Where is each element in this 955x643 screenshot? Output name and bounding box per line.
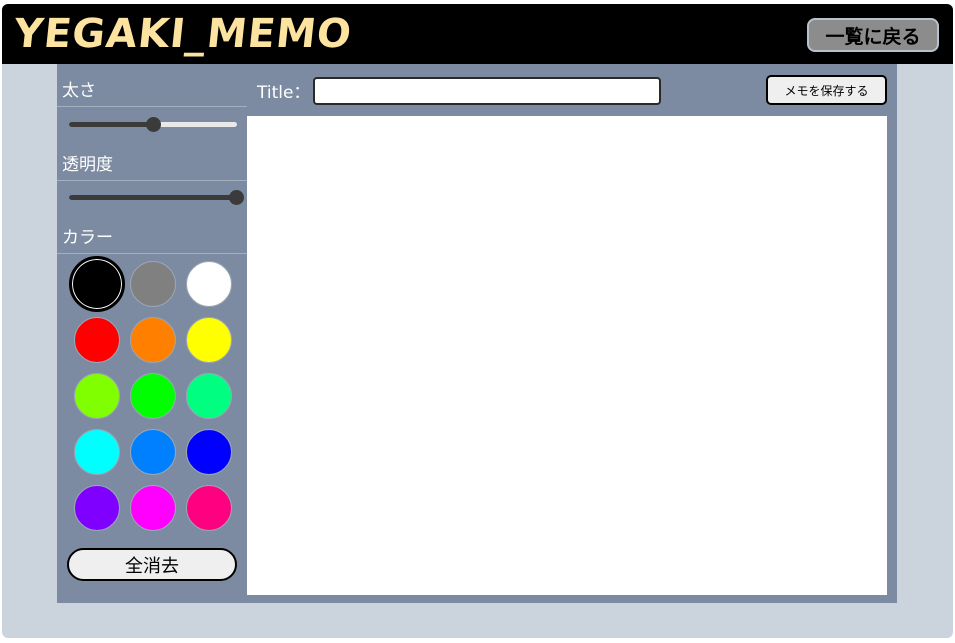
color-swatch[interactable] (130, 429, 176, 475)
color-swatch[interactable] (74, 317, 120, 363)
editor-panel: 太さ 透明度 カラー 全消去 Title： メモを保存する (57, 64, 897, 603)
color-swatch[interactable] (74, 485, 120, 531)
color-swatch[interactable] (74, 429, 120, 475)
opacity-slider-fill (69, 195, 237, 200)
tool-sidebar: 太さ 透明度 カラー 全消去 (57, 64, 247, 603)
title-label: Title： (257, 83, 311, 103)
divider (57, 253, 247, 254)
thickness-slider[interactable] (69, 117, 237, 132)
color-swatch[interactable] (130, 317, 176, 363)
clear-all-button[interactable]: 全消去 (67, 548, 237, 581)
save-memo-button[interactable]: メモを保存する (766, 75, 887, 105)
header-bar: YEGAKI_MEMO 一覧に戻る (2, 4, 953, 64)
color-swatch[interactable] (186, 317, 232, 363)
thickness-slider-fill (69, 122, 153, 127)
divider (57, 180, 247, 181)
color-label: カラー (62, 228, 113, 248)
opacity-label: 透明度 (62, 155, 113, 175)
title-input[interactable] (313, 77, 661, 105)
drawing-canvas[interactable] (247, 116, 887, 595)
color-swatch[interactable] (130, 373, 176, 419)
app-window: YEGAKI_MEMO 一覧に戻る 太さ 透明度 カラー 全消去 Title： … (2, 4, 953, 638)
color-swatch[interactable] (130, 261, 176, 307)
back-to-list-button[interactable]: 一覧に戻る (807, 18, 939, 52)
color-swatch[interactable] (69, 256, 125, 312)
color-swatch[interactable] (186, 485, 232, 531)
opacity-slider[interactable] (69, 190, 245, 205)
thickness-slider-thumb[interactable] (146, 117, 161, 132)
color-swatch[interactable] (186, 373, 232, 419)
app-logo: YEGAKI_MEMO (11, 11, 355, 57)
color-swatch[interactable] (74, 373, 120, 419)
thickness-label: 太さ (62, 81, 96, 101)
color-swatch[interactable] (186, 429, 232, 475)
divider (57, 106, 247, 107)
color-swatch[interactable] (130, 485, 176, 531)
color-swatch[interactable] (186, 261, 232, 307)
opacity-slider-thumb[interactable] (229, 190, 245, 205)
